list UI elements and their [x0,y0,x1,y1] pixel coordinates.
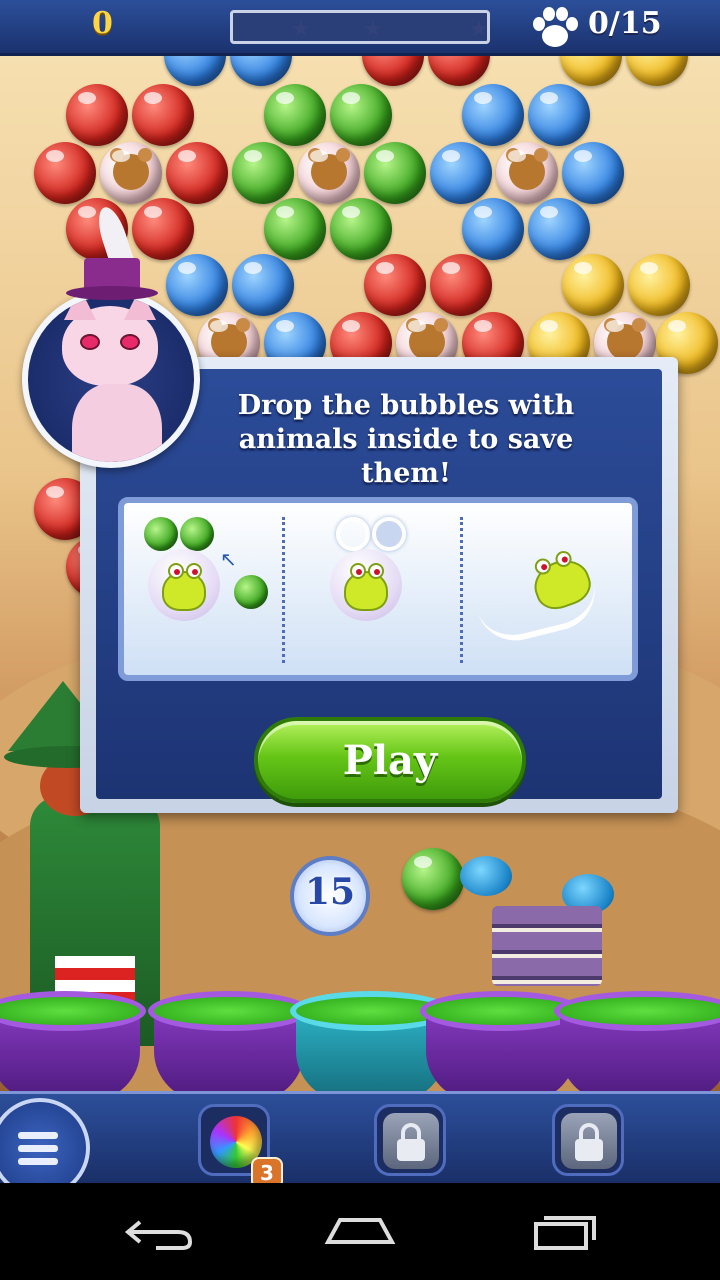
bubble-red [428,56,490,86]
bubble-blue [462,84,524,146]
bubble-blue [232,254,294,316]
animal-bubble [496,142,558,204]
bubble-red [34,142,96,204]
cauldron [0,991,146,1091]
menu-icon [18,1132,58,1171]
bubble-red [362,56,424,86]
green-bubble [234,575,268,609]
score-counter: 0 [92,6,113,41]
locked-booster-slot[interactable] [552,1104,624,1176]
dialog-message: Drop the bubbles with animals inside to … [237,390,575,489]
cauldron [554,991,720,1091]
bubble-blue [462,198,524,260]
bubble-blue [562,142,624,204]
bubble-red [364,254,426,316]
booster-toolbar: 3 [0,1091,720,1198]
recents-icon[interactable] [522,1208,602,1254]
frog-icon [344,563,388,611]
bubble-red [166,142,228,204]
star-icon: ★ [469,17,489,42]
locked-booster-slot[interactable] [374,1104,446,1176]
bubble-red [132,198,194,260]
popped-bubble [372,517,406,551]
lock-icon [383,1113,439,1169]
current-bubble[interactable] [402,848,464,910]
bubble-green [364,142,426,204]
bubble-blue [430,142,492,204]
arrow-icon: ↖ [220,547,237,571]
home-icon[interactable] [320,1208,400,1254]
frog-icon [162,563,206,611]
bubble-blue [528,198,590,260]
bubble-green [264,84,326,146]
spider-icon [460,856,512,896]
bubble-green [330,198,392,260]
green-bubble [180,517,214,551]
lock-icon [561,1113,617,1169]
bubble-yellow [626,56,688,86]
bubble-red [132,84,194,146]
top-hud: 0 ★ ★ ★ 0/15 [0,0,720,56]
system-nav-bar [0,1183,720,1280]
animal-bubble [298,142,360,204]
star-icon: ★ [291,17,311,42]
moves-counter: 15 [304,871,356,913]
bubble-blue [528,84,590,146]
step-divider [282,517,285,663]
books-stack [492,906,602,986]
frog-bubble [148,549,220,621]
bubble-yellow [628,254,690,316]
bubble-green [330,84,392,146]
animal-bubble [100,142,162,204]
score-progress-bar: ★ ★ ★ [230,10,490,44]
bubble-blue [230,56,292,86]
green-bubble [144,517,178,551]
paw-icon [533,7,578,47]
cat-hat-brim [66,286,158,300]
cauldron [420,991,582,1091]
animals-saved-counter: 0/15 [588,6,662,41]
cauldron [148,991,310,1091]
bubble-red [66,84,128,146]
bubble-green [264,198,326,260]
bubble-yellow [562,254,624,316]
bubble-green [232,142,294,204]
back-icon[interactable] [120,1208,200,1254]
bubble-blue [166,254,228,316]
popped-bubble [336,517,370,551]
bubble-blue [164,56,226,86]
frog-bubble [330,549,402,621]
rainbow-booster-button[interactable]: 3 [198,1104,283,1189]
bubble-red [430,254,492,316]
tutorial-illustration: ↖ [118,497,638,681]
play-button[interactable]: Play [254,717,526,803]
cat-icon [22,290,200,468]
step-divider [460,517,463,663]
bubble-yellow [560,56,622,86]
star-icon: ★ [363,17,383,42]
